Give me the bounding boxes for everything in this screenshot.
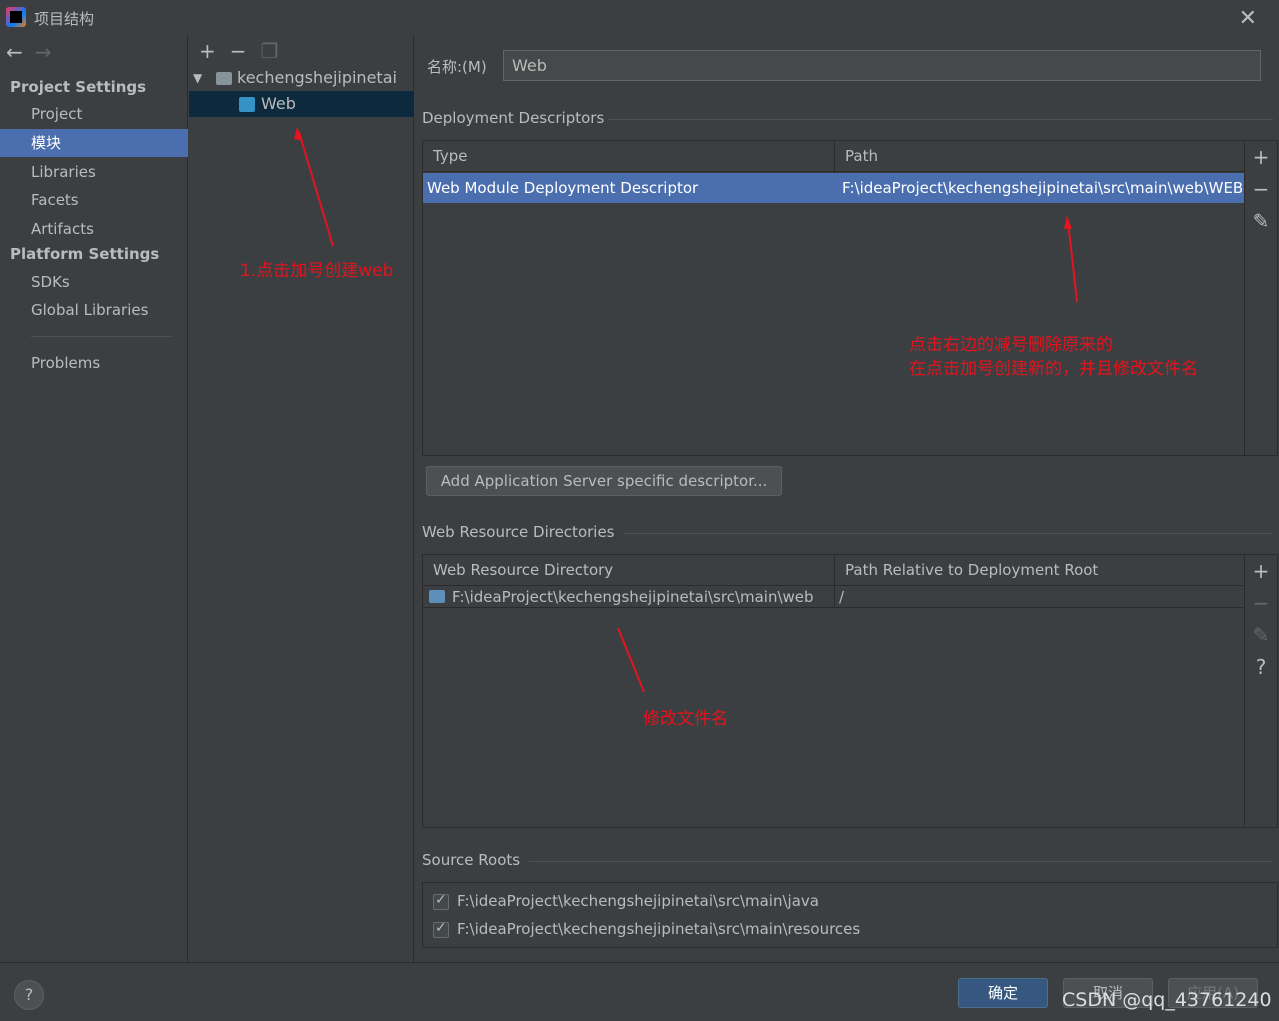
sidebar-item-modules[interactable]: 模块 [0, 129, 188, 157]
group-divider [623, 533, 1273, 534]
source-roots-title: Source Roots [422, 851, 521, 869]
sidebar-item-libraries[interactable]: Libraries [0, 158, 188, 186]
edit-pencil-icon[interactable]: ✎ [1245, 205, 1277, 237]
source-root-path: F:\ideaProject\kechengshejipinetai\src\m… [457, 892, 819, 910]
forward-arrow-icon[interactable]: → [35, 40, 52, 64]
help-button[interactable]: ? [14, 980, 44, 1010]
source-root-item[interactable]: F:\ideaProject\kechengshejipinetai\src\m… [433, 920, 860, 938]
descriptor-path-cell: F:\ideaProject\kechengshejipinetai\src\m… [842, 179, 1244, 197]
group-divider [529, 861, 1273, 862]
deployment-side-toolbar: + − ✎ [1245, 140, 1278, 456]
tree-toolbar: + − ❐ [199, 39, 292, 63]
source-root-checkbox[interactable] [433, 892, 449, 910]
web-facet-icon [239, 97, 255, 112]
resource-dir-cell: F:\ideaProject\kechengshejipinetai\src\m… [452, 588, 814, 606]
column-header-path[interactable]: Path [845, 147, 878, 165]
intellij-logo-icon [6, 7, 26, 27]
source-root-path: F:\ideaProject\kechengshejipinetai\src\m… [457, 920, 861, 938]
sidebar-item-global-libraries[interactable]: Global Libraries [0, 296, 188, 324]
remove-icon[interactable]: − [1245, 587, 1277, 619]
deployment-descriptors-table: Type Path Web Module Deployment Descript… [422, 140, 1245, 456]
remove-icon[interactable]: − [230, 39, 247, 63]
edit-pencil-icon[interactable]: ✎ [1245, 619, 1277, 651]
tree-node-web-label: Web [261, 94, 296, 113]
annotation-remove-line2: 在点击加号创建新的，并且修改文件名 [909, 359, 1198, 379]
annotation-remove-line1: 点击右边的减号删除原来的 [909, 335, 1113, 355]
column-header-relative-path[interactable]: Path Relative to Deployment Root [845, 561, 1098, 579]
project-settings-heading: Project Settings [10, 78, 147, 96]
sidebar-divider [31, 336, 171, 337]
module-folder-icon [216, 72, 232, 85]
web-resource-table: Web Resource Directory Path Relative to … [422, 554, 1245, 828]
deployment-descriptors-title: Deployment Descriptors [422, 109, 605, 127]
source-root-checkbox[interactable] [433, 920, 449, 938]
module-tree: + − ❐ ▼ kechengshejipinetai Web [189, 36, 414, 962]
annotation-rename: 修改文件名 [643, 709, 728, 729]
sidebar-item-sdks[interactable]: SDKs [0, 268, 188, 296]
sidebar-item-project[interactable]: Project [0, 100, 188, 128]
remove-icon[interactable]: − [1245, 173, 1277, 205]
ok-button[interactable]: 确定 [958, 978, 1048, 1008]
column-header-type[interactable]: Type [433, 147, 467, 165]
source-roots-panel: F:\ideaProject\kechengshejipinetai\src\m… [422, 882, 1278, 948]
close-icon[interactable]: ✕ [1239, 6, 1257, 31]
web-resource-directories-title: Web Resource Directories [422, 523, 615, 541]
column-header-directory[interactable]: Web Resource Directory [433, 561, 613, 579]
nav-arrows: ← → [6, 40, 64, 64]
tree-node-project[interactable]: ▼ kechengshejipinetai [189, 65, 414, 91]
source-root-item[interactable]: F:\ideaProject\kechengshejipinetai\src\m… [433, 892, 819, 910]
resource-side-toolbar: + − ✎ ? [1245, 554, 1278, 828]
group-divider [608, 119, 1273, 120]
expand-triangle-icon[interactable]: ▼ [193, 65, 202, 91]
dialog-footer: ? 确定 取消 应用(A) CSDN @qq_43761240 [0, 962, 1279, 1021]
facet-settings-panel: 名称:(M) Deployment Descriptors Type Path … [415, 36, 1279, 962]
table-row[interactable]: Web Module Deployment Descriptor F:\idea… [423, 173, 1244, 203]
tree-node-project-label: kechengshejipinetai [237, 68, 397, 87]
add-icon[interactable]: + [199, 39, 216, 63]
help-question-icon[interactable]: ? [1245, 651, 1277, 683]
name-input[interactable] [503, 50, 1261, 81]
add-icon[interactable]: + [1245, 141, 1277, 173]
name-label: 名称:(M) [427, 58, 487, 76]
platform-settings-heading: Platform Settings [10, 245, 160, 263]
table-row[interactable]: F:\ideaProject\kechengshejipinetai\src\m… [423, 586, 1244, 608]
back-arrow-icon[interactable]: ← [6, 40, 23, 64]
add-server-descriptor-button[interactable]: Add Application Server specific descript… [426, 466, 782, 496]
web-folder-icon [429, 590, 445, 603]
tree-node-web[interactable]: Web [189, 91, 414, 117]
settings-sidebar: ← → Project Settings Project 模块 Libraries… [0, 36, 188, 962]
descriptor-type-cell: Web Module Deployment Descriptor [427, 179, 699, 197]
add-icon[interactable]: + [1245, 555, 1277, 587]
sidebar-item-artifacts[interactable]: Artifacts [0, 215, 188, 243]
csdn-watermark: CSDN @qq_43761240 [1062, 989, 1272, 1011]
copy-icon[interactable]: ❐ [261, 39, 279, 63]
sidebar-item-facets[interactable]: Facets [0, 186, 188, 214]
annotation-create-web: 1.点击加号创建web [240, 261, 394, 281]
window-title: 项目结构 [34, 10, 95, 28]
relative-path-cell: / [839, 588, 845, 606]
sidebar-item-problems[interactable]: Problems [0, 349, 188, 377]
title-bar: 项目结构 ✕ [0, 0, 1279, 36]
